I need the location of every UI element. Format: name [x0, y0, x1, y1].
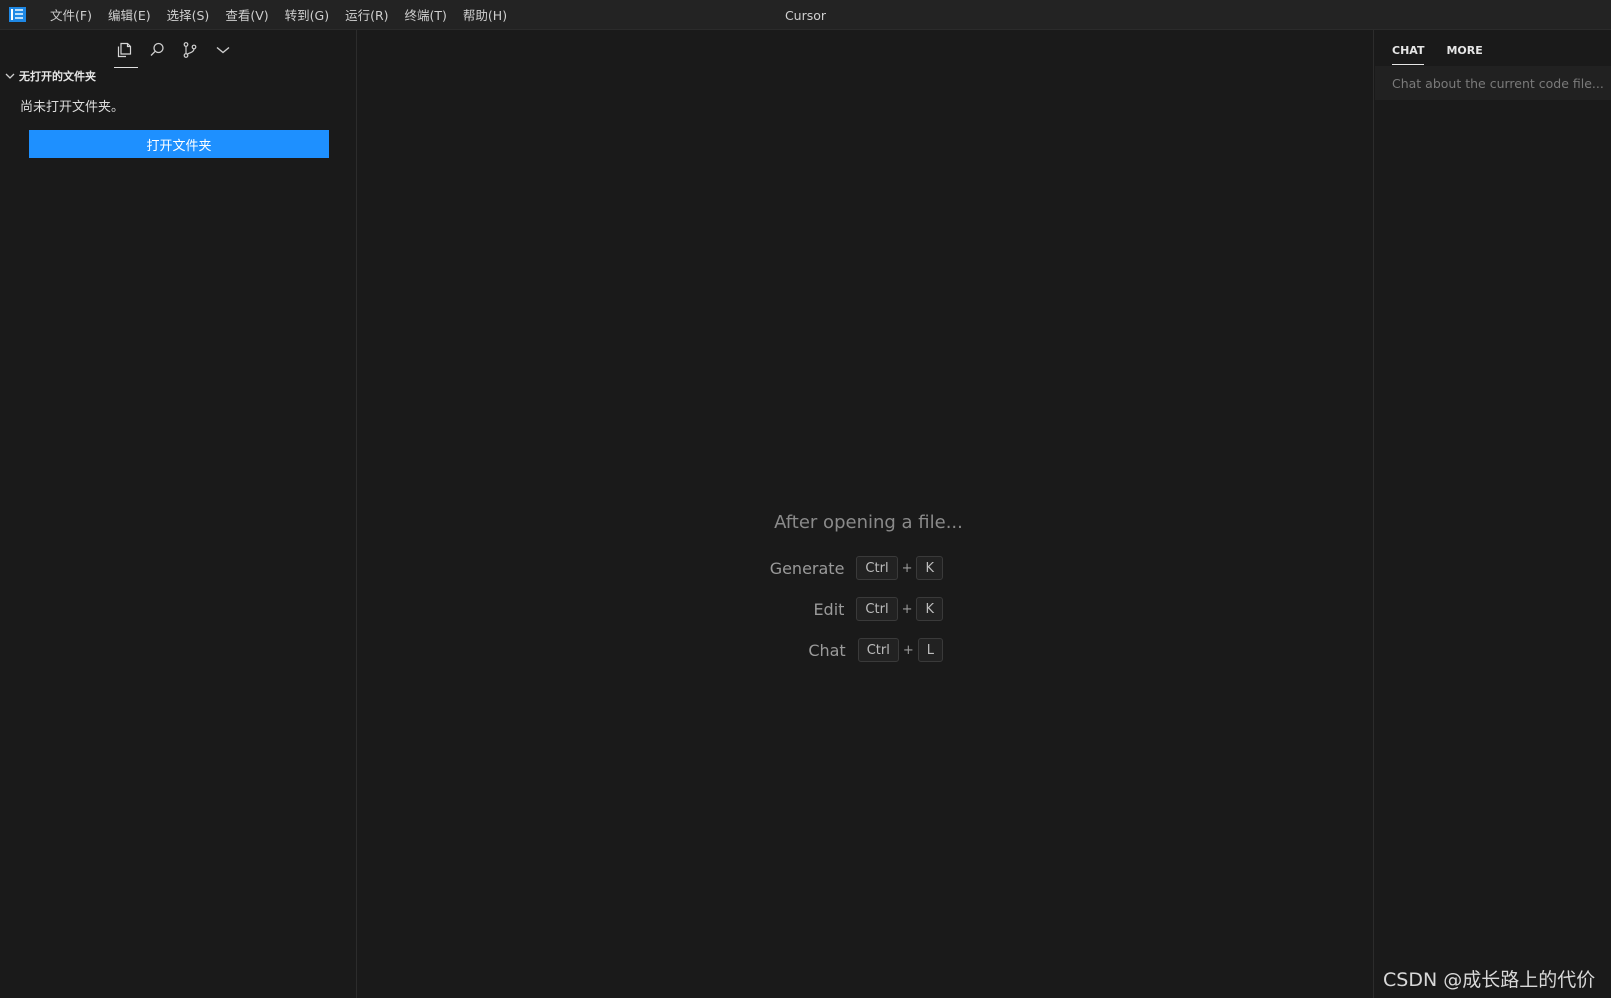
- search-icon: [148, 41, 166, 59]
- menu-run[interactable]: 运行(R): [337, 0, 396, 30]
- chevron-down-icon: [4, 70, 16, 82]
- title-bar: 文件(F) 编辑(E) 选择(S) 查看(V) 转到(G) 运行(R) 终端(T…: [0, 0, 1611, 30]
- cursor-logo-icon: [9, 6, 26, 23]
- shortcut-edit: Edit Ctrl + K: [813, 596, 943, 622]
- editor-area: After opening a file... Generate Ctrl + …: [358, 30, 1373, 998]
- tab-more-views[interactable]: [207, 34, 239, 66]
- key-cap: K: [916, 556, 943, 580]
- menu-go[interactable]: 转到(G): [277, 0, 337, 30]
- menu-edit[interactable]: 编辑(E): [100, 0, 159, 30]
- chat-tabs: CHAT MORE: [1392, 38, 1505, 65]
- menu-file[interactable]: 文件(F): [42, 0, 100, 30]
- key-cap: K: [916, 597, 943, 621]
- shortcut-generate: Generate Ctrl + K: [770, 555, 943, 581]
- shortcut-label: Chat: [808, 640, 846, 660]
- key-cap: Ctrl: [856, 556, 898, 580]
- key-cap: Ctrl: [857, 638, 899, 662]
- key-plus: +: [901, 601, 913, 617]
- menu-terminal[interactable]: 终端(T): [397, 0, 455, 30]
- menu-view[interactable]: 查看(V): [217, 0, 276, 30]
- no-folder-section-header[interactable]: 无打开的文件夹: [4, 66, 96, 86]
- menu-selection[interactable]: 选择(S): [159, 0, 218, 30]
- sidebar-tabs: [108, 34, 240, 68]
- chat-input[interactable]: [1375, 66, 1611, 100]
- key-plus: +: [901, 560, 913, 576]
- source-control-icon: [181, 41, 199, 59]
- chat-panel: CHAT MORE: [1373, 30, 1611, 998]
- tab-chat[interactable]: CHAT: [1392, 38, 1425, 65]
- tab-search[interactable]: [141, 34, 173, 66]
- csdn-watermark: CSDN @成长路上的代价: [1383, 969, 1596, 991]
- shortcut-label: Edit: [813, 599, 845, 619]
- section-title: 无打开的文件夹: [19, 70, 96, 83]
- key-cap: Ctrl: [856, 597, 898, 621]
- tab-source-control[interactable]: [174, 34, 206, 66]
- tab-more[interactable]: MORE: [1446, 38, 1482, 62]
- key-plus: +: [902, 642, 914, 658]
- key-cap: L: [917, 638, 943, 662]
- empty-editor-hint: After opening a file...: [774, 512, 963, 533]
- chevron-down-icon: [214, 41, 232, 59]
- files-icon: [115, 41, 133, 59]
- shortcut-label: Generate: [769, 558, 845, 578]
- menu-bar: 文件(F) 编辑(E) 选择(S) 查看(V) 转到(G) 运行(R) 终端(T…: [42, 0, 515, 30]
- shortcut-chat: Chat Ctrl + L: [808, 637, 943, 663]
- open-folder-button[interactable]: 打开文件夹: [29, 130, 329, 158]
- no-folder-message: 尚未打开文件夹。: [20, 100, 125, 115]
- menu-help[interactable]: 帮助(H): [455, 0, 515, 30]
- tab-explorer[interactable]: [108, 34, 140, 68]
- explorer-sidebar: 无打开的文件夹 尚未打开文件夹。 打开文件夹: [0, 30, 357, 998]
